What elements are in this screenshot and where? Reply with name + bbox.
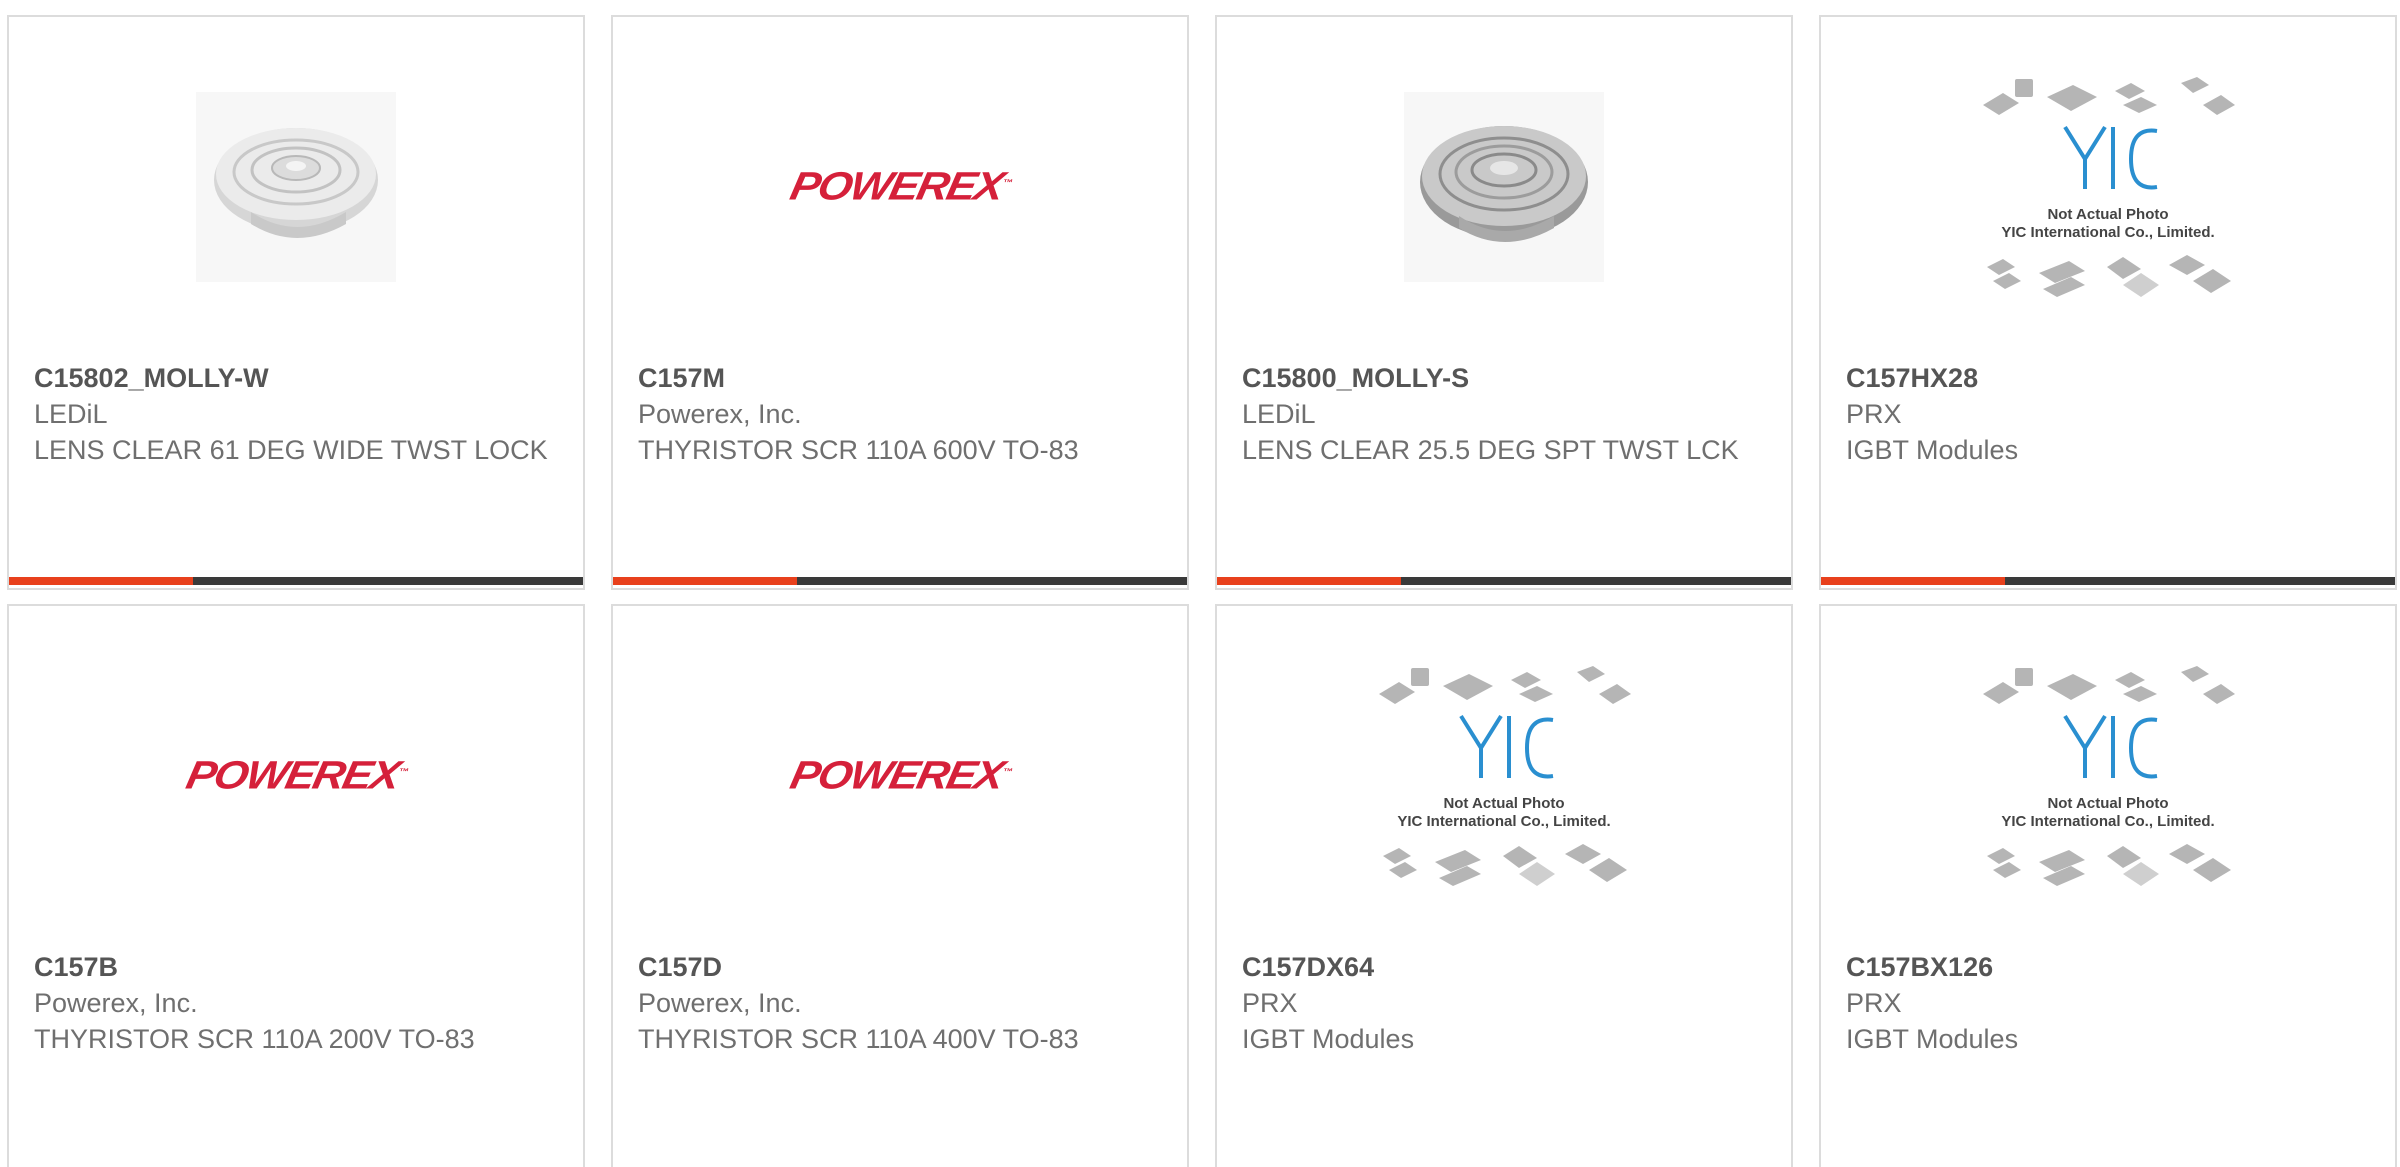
powerex-logo: POWEREX™ [181, 753, 408, 798]
description: LENS CLEAR 25.5 DEG SPT TWST LCK [1242, 435, 1739, 465]
manufacturer: PRX [1846, 988, 1902, 1018]
part-number[interactable]: C157D [638, 949, 1167, 985]
yic-caption-2: YIC International Co., Limited. [1397, 813, 1610, 830]
yic-placeholder-image: Not Actual Photo YIC International Co., … [1983, 666, 2235, 886]
part-number[interactable]: C157DX64 [1242, 949, 1771, 985]
part-number[interactable]: C157M [638, 360, 1167, 396]
yic-caption-2: YIC International Co., Limited. [2001, 224, 2214, 241]
description: IGBT Modules [1846, 435, 2019, 465]
part-number[interactable]: C15800_MOLLY-S [1242, 360, 1771, 396]
card-hover-bar [9, 577, 583, 585]
product-image: Not Actual Photo YIC International Co., … [1821, 606, 2395, 946]
product-info: C15802_MOLLY-W LEDiL LENS CLEAR 61 DEG W… [34, 360, 563, 468]
powerex-logo-text: POWEREX [785, 164, 1007, 209]
powerex-logo-text: POWEREX [785, 753, 1007, 798]
product-card[interactable]: C15802_MOLLY-W LEDiL LENS CLEAR 61 DEG W… [7, 15, 585, 590]
product-card[interactable]: Not Actual Photo YIC International Co., … [1819, 15, 2397, 590]
manufacturer: PRX [1846, 399, 1902, 429]
yic-caption-1: Not Actual Photo [2047, 206, 2168, 223]
manufacturer: Powerex, Inc. [638, 988, 802, 1018]
card-hover-accent [1217, 577, 1401, 585]
product-card[interactable]: POWEREX™ C157M Powerex, Inc. THYRISTOR S… [611, 15, 1189, 590]
part-number[interactable]: C157B [34, 949, 563, 985]
product-info: C157HX28 PRX IGBT Modules [1846, 360, 2375, 468]
part-number[interactable]: C15802_MOLLY-W [34, 360, 563, 396]
product-info: C157B Powerex, Inc. THYRISTOR SCR 110A 2… [34, 949, 563, 1057]
description: IGBT Modules [1242, 1024, 1415, 1054]
yic-placeholder-image: Not Actual Photo YIC International Co., … [1983, 77, 2235, 297]
product-image: POWEREX™ [613, 17, 1187, 357]
product-info: C157M Powerex, Inc. THYRISTOR SCR 110A 6… [638, 360, 1167, 468]
description: LENS CLEAR 61 DEG WIDE TWST LOCK [34, 435, 548, 465]
product-card[interactable]: Not Actual Photo YIC International Co., … [1215, 604, 1793, 1167]
card-hover-bar [1217, 577, 1791, 585]
product-image: POWEREX™ [613, 606, 1187, 946]
lens-spot-photo [1404, 92, 1604, 282]
powerex-logo: POWEREX™ [785, 164, 1012, 209]
product-info: C15800_MOLLY-S LEDiL LENS CLEAR 25.5 DEG… [1242, 360, 1771, 468]
lens-wide-photo [196, 92, 396, 282]
product-image [9, 17, 583, 357]
yic-placeholder-image: Not Actual Photo YIC International Co., … [1379, 666, 1631, 886]
product-info: C157DX64 PRX IGBT Modules [1242, 949, 1771, 1057]
powerex-logo: POWEREX™ [785, 753, 1012, 798]
product-grid: C15802_MOLLY-W LEDiL LENS CLEAR 61 DEG W… [0, 0, 2400, 1167]
yic-caption-1: Not Actual Photo [2047, 795, 2168, 812]
product-image [1217, 17, 1791, 357]
product-image: Not Actual Photo YIC International Co., … [1217, 606, 1791, 946]
product-info: C157D Powerex, Inc. THYRISTOR SCR 110A 4… [638, 949, 1167, 1057]
description: IGBT Modules [1846, 1024, 2019, 1054]
product-image: Not Actual Photo YIC International Co., … [1821, 17, 2395, 357]
part-number[interactable]: C157BX126 [1846, 949, 2375, 985]
manufacturer: PRX [1242, 988, 1298, 1018]
manufacturer: Powerex, Inc. [34, 988, 198, 1018]
product-image: POWEREX™ [9, 606, 583, 946]
part-number[interactable]: C157HX28 [1846, 360, 2375, 396]
manufacturer: LEDiL [1242, 399, 1316, 429]
description: THYRISTOR SCR 110A 600V TO-83 [638, 435, 1079, 465]
product-card[interactable]: POWEREX™ C157B Powerex, Inc. THYRISTOR S… [7, 604, 585, 1167]
yic-caption-2: YIC International Co., Limited. [2001, 813, 2214, 830]
description: THYRISTOR SCR 110A 400V TO-83 [638, 1024, 1079, 1054]
product-info: C157BX126 PRX IGBT Modules [1846, 949, 2375, 1057]
description: THYRISTOR SCR 110A 200V TO-83 [34, 1024, 475, 1054]
yic-caption-1: Not Actual Photo [1443, 795, 1564, 812]
product-card[interactable]: POWEREX™ C157D Powerex, Inc. THYRISTOR S… [611, 604, 1189, 1167]
card-hover-bar [613, 577, 1187, 585]
powerex-logo-text: POWEREX [181, 753, 403, 798]
card-hover-accent [613, 577, 797, 585]
card-hover-accent [1821, 577, 2005, 585]
product-card[interactable]: C15800_MOLLY-S LEDiL LENS CLEAR 25.5 DEG… [1215, 15, 1793, 590]
manufacturer: Powerex, Inc. [638, 399, 802, 429]
manufacturer: LEDiL [34, 399, 108, 429]
card-hover-bar [1821, 577, 2395, 585]
card-hover-accent [9, 577, 193, 585]
product-card[interactable]: Not Actual Photo YIC International Co., … [1819, 604, 2397, 1167]
